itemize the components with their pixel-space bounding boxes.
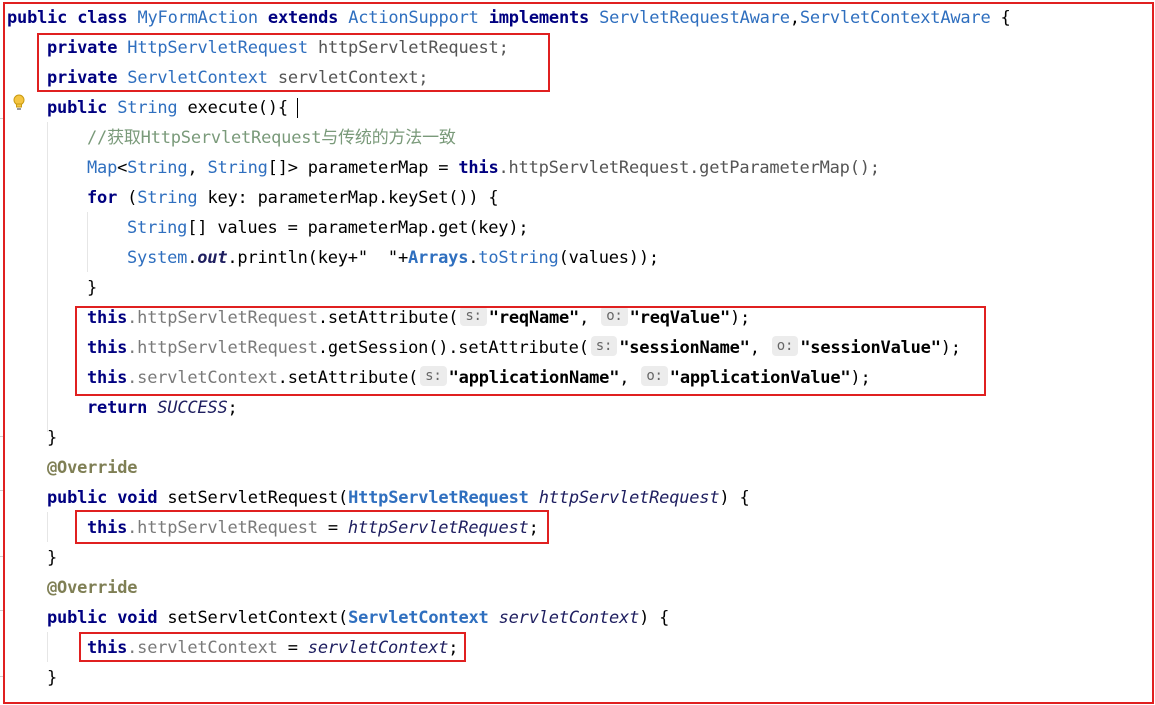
highlight-box-request-assign bbox=[75, 510, 549, 544]
highlight-box-fields bbox=[37, 33, 550, 92]
code-editor[interactable]: public class MyFormAction extends Action… bbox=[0, 0, 1155, 705]
highlight-box-set-attributes bbox=[75, 306, 986, 396]
highlight-box-context-assign bbox=[79, 632, 466, 662]
